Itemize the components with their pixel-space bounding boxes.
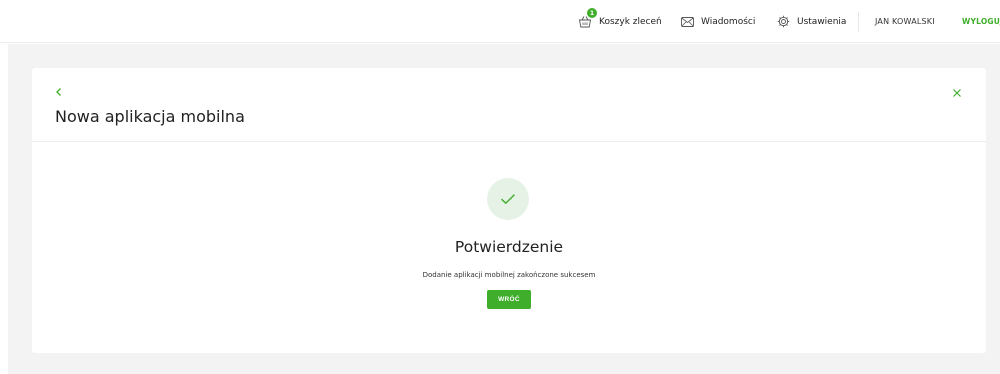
top-bar: 1 Koszyk zleceń Wiadomości Ustawienia JA… [0,0,1000,43]
messages-link[interactable]: Wiadomości [681,0,755,43]
checkmark-icon [500,190,516,209]
cart-label: Koszyk zleceń [599,16,662,27]
basket-icon: 1 [578,8,597,28]
settings-link[interactable]: Ustawienia [777,0,846,43]
envelope-icon [681,16,694,27]
gear-icon [777,15,790,28]
confirmation-title: Potwierdzenie [454,238,564,256]
back-button[interactable]: WRÓĆ [487,290,531,309]
success-badge [487,178,529,220]
cart-link[interactable]: 1 Koszyk zleceń [578,0,662,43]
chevron-left-icon[interactable] [53,83,65,96]
page-title: Nowa aplikacja mobilna [55,107,245,126]
messages-label: Wiadomości [701,16,756,27]
logout-link[interactable]: WYLOGUJ [962,0,1000,43]
title-divider [32,141,986,142]
cart-count-badge: 1 [587,8,597,18]
confirmation-card: Nowa aplikacja mobilna Potwierdzenie Dod… [32,68,986,353]
confirmation-message: Dodanie aplikacji mobilnej zakończone su… [422,271,596,279]
header-divider [858,12,859,32]
user-name: JAN KOWALSKI [875,17,935,26]
settings-label: Ustawienia [797,16,847,27]
close-icon[interactable] [951,84,963,97]
